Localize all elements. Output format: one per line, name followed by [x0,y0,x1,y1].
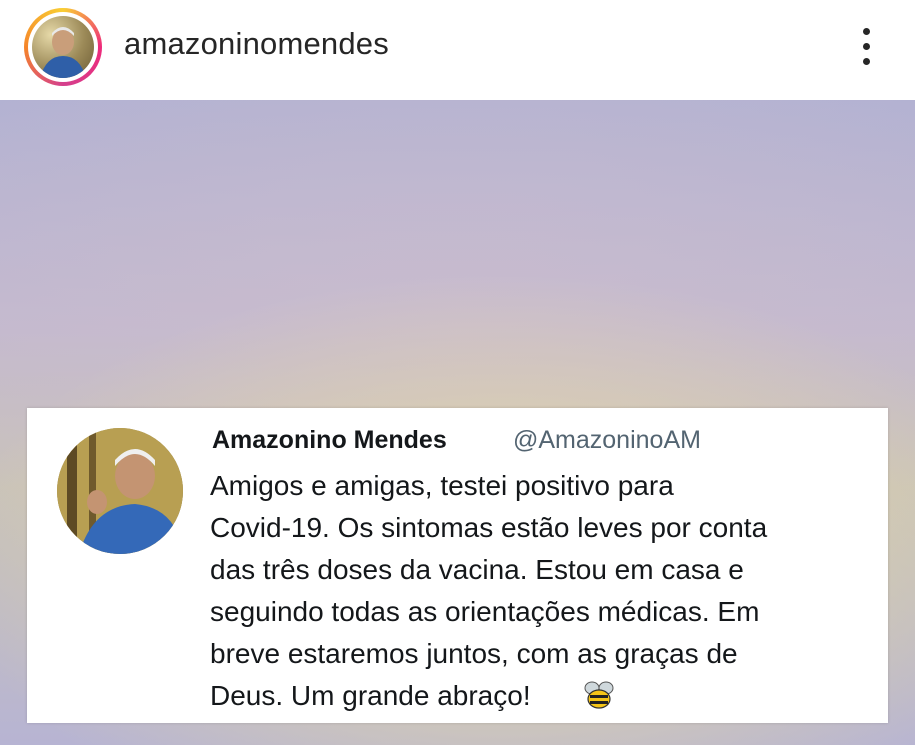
tweet-text-line: Amigos e amigas, testei positivo para [210,470,674,501]
post-header: amazoninomendes [0,0,915,100]
more-options-icon[interactable] [850,20,884,72]
tweet-text-line: seguindo todas as orientações médicas. E… [210,596,760,627]
bee-icon [584,681,614,709]
tweet-text-line: Deus. Um grande abraço! [210,680,531,711]
profile-photo [32,16,94,78]
tweet-text-line: Covid-19. Os sintomas estão leves por co… [210,512,768,543]
username[interactable]: amazoninomendes [124,26,389,62]
tweet-text-line: breve estaremos juntos, com as graças de [210,638,738,669]
tweet-author-handle: @AmazoninoAM [513,426,701,454]
tweet-text-line: das três doses da vacina. Estou em casa … [210,554,744,585]
post-image: Amazonino Mendes @AmazoninoAM Amigos e a… [0,100,915,745]
profile-avatar[interactable] [24,8,102,86]
tweet-card: Amazonino Mendes @AmazoninoAM Amigos e a… [27,408,888,723]
tweet-author-name: Amazonino Mendes [212,426,447,454]
tweet-avatar [57,428,183,554]
